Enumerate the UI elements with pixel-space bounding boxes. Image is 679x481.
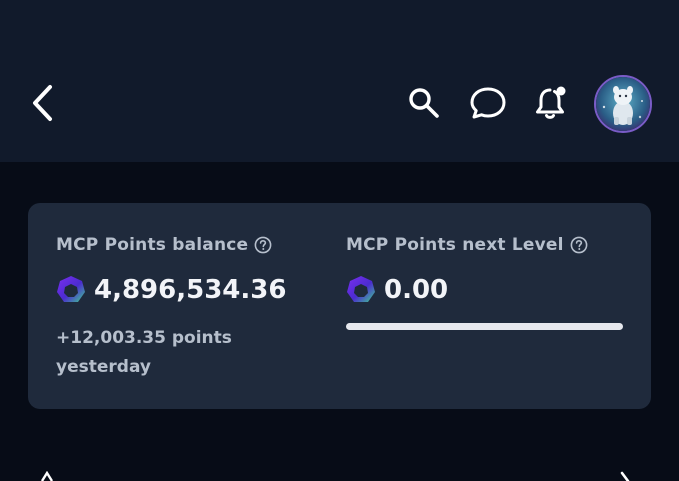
top-header — [0, 0, 679, 162]
balance-value: 4,896,534.36 — [94, 275, 287, 305]
chevron-left-icon — [33, 85, 52, 121]
next-level-progress-bar — [346, 323, 623, 330]
points-card: MCP Points balance 4,896,534.36 +12,003.… — [28, 203, 651, 409]
notifications-button[interactable] — [531, 82, 571, 124]
next-level-label-row: MCP Points next Level — [346, 235, 588, 255]
chat-button[interactable] — [468, 82, 508, 124]
balance-label-row: MCP Points balance — [56, 235, 272, 255]
balance-value-row: 4,896,534.36 — [56, 275, 286, 305]
chevron-right-icon — [620, 471, 630, 481]
back-button[interactable] — [22, 82, 62, 124]
mcp-coin-icon — [347, 276, 375, 302]
help-icon[interactable] — [570, 236, 588, 254]
balance-delta: +12,003.35 points yesterday — [56, 328, 232, 377]
user-avatar[interactable] — [594, 75, 652, 133]
search-icon — [409, 88, 439, 118]
next-level-label: MCP Points next Level — [346, 235, 564, 255]
next-level-value: 0.00 — [384, 275, 449, 305]
avatar-image — [596, 77, 650, 131]
partial-icon — [40, 471, 54, 481]
help-icon[interactable] — [254, 236, 272, 254]
balance-label: MCP Points balance — [56, 235, 249, 255]
chat-icon — [470, 87, 506, 119]
search-button[interactable] — [404, 82, 444, 124]
next-level-value-row: 0.00 — [346, 275, 448, 305]
mcp-coin-icon — [57, 276, 85, 302]
bell-icon — [536, 86, 566, 119]
